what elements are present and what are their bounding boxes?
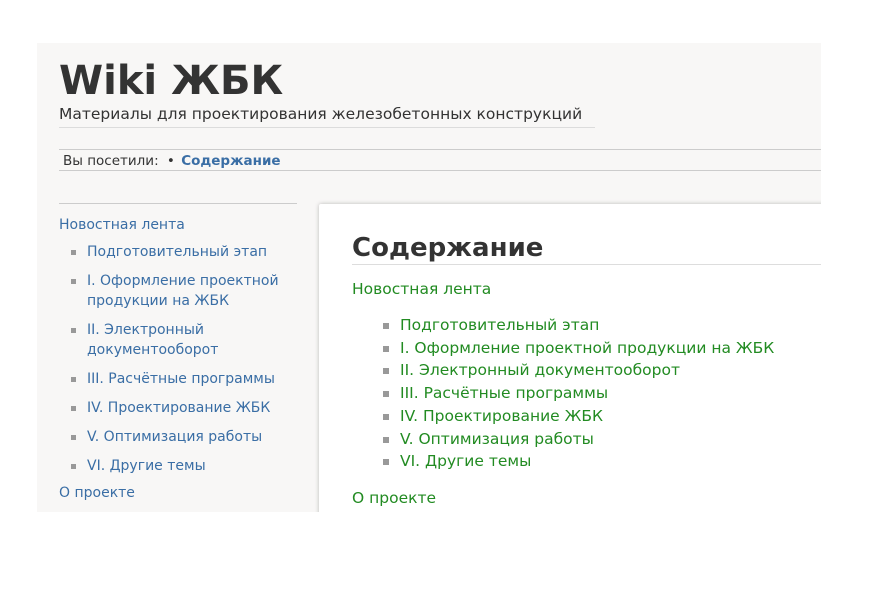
list-item: I. Оформление проектной продукции на ЖБК xyxy=(352,337,812,360)
wiki-page: Wiki ЖБК Материалы для проектирования же… xyxy=(37,43,821,512)
breadcrumb-bullet: • xyxy=(166,153,175,169)
content-link-news-feed[interactable]: Новостная лента xyxy=(352,278,812,300)
sidebar-item-link[interactable]: III. Расчётные программы xyxy=(87,371,275,387)
sidebar-item: I. Оформление проектной продукции на ЖБК xyxy=(59,271,297,311)
contents-list: Подготовительный этап I. Оформление прое… xyxy=(352,314,812,473)
breadcrumb-link-contents[interactable]: Содержание xyxy=(181,153,280,169)
contents-item-link[interactable]: IV. Проектирование ЖБК xyxy=(400,407,603,425)
sidebar-item: II. Электронный документооборот xyxy=(59,320,297,360)
sidebar-item-link[interactable]: V. Оптимизация работы xyxy=(87,429,262,445)
sidebar-item: V. Оптимизация работы xyxy=(59,427,297,447)
sidebar-item: Подготовительный этап xyxy=(59,242,297,262)
sidebar-item-link[interactable]: I. Оформление проектной продукции на ЖБК xyxy=(87,273,279,309)
content-panel: Содержание Новостная лента Подготовитель… xyxy=(319,204,821,512)
contents-item-link[interactable]: V. Оптимизация работы xyxy=(400,430,594,448)
contents-item-link[interactable]: I. Оформление проектной продукции на ЖБК xyxy=(400,339,774,357)
list-item: II. Электронный документооборот xyxy=(352,359,812,382)
list-item: Подготовительный этап xyxy=(352,314,812,337)
sidebar-navigation: Новостная лента Подготовительный этап I.… xyxy=(59,203,297,501)
site-tagline: Материалы для проектирования железобетон… xyxy=(59,104,596,128)
contents-item-link[interactable]: III. Расчётные программы xyxy=(400,384,608,402)
sidebar-item-link[interactable]: VI. Другие темы xyxy=(87,458,206,474)
sidebar-item-link[interactable]: Подготовительный этап xyxy=(87,244,267,260)
sidebar-item-link[interactable]: IV. Проектирование ЖБК xyxy=(87,400,270,416)
contents-item-link[interactable]: VI. Другие темы xyxy=(400,452,531,470)
sidebar-item-link[interactable]: II. Электронный документооборот xyxy=(87,322,218,358)
sidebar-item: VI. Другие темы xyxy=(59,456,297,476)
content-body: Новостная лента Подготовительный этап I.… xyxy=(352,278,812,509)
contents-item-link[interactable]: II. Электронный документооборот xyxy=(400,361,680,379)
list-item: VI. Другие темы xyxy=(352,450,812,473)
contents-item-link[interactable]: Подготовительный этап xyxy=(400,316,599,334)
sidebar-list: Подготовительный этап I. Оформление прое… xyxy=(59,242,297,476)
sidebar-item: III. Расчётные программы xyxy=(59,369,297,389)
content-link-about[interactable]: О проекте xyxy=(352,487,812,509)
page-title: Содержание xyxy=(352,232,821,265)
sidebar-item: IV. Проектирование ЖБК xyxy=(59,398,297,418)
list-item: IV. Проектирование ЖБК xyxy=(352,405,812,428)
visited-breadcrumb: Вы посетили: • Содержание xyxy=(59,149,821,171)
list-item: V. Оптимизация работы xyxy=(352,428,812,451)
list-item: III. Расчётные программы xyxy=(352,382,812,405)
visited-label: Вы посетили: xyxy=(63,153,159,169)
sidebar-link-news-feed[interactable]: Новостная лента xyxy=(59,217,297,233)
sidebar-link-about[interactable]: О проекте xyxy=(59,485,297,501)
site-title[interactable]: Wiki ЖБК xyxy=(59,57,283,105)
